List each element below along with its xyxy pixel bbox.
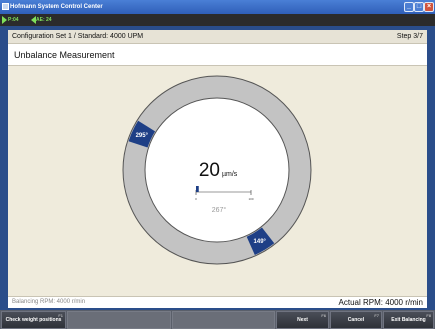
empty-function-slot	[67, 311, 171, 329]
check-weight-positions-button[interactable]: F1 Check weight positions	[1, 311, 66, 329]
status-bar: P:04 AE: 24	[0, 14, 435, 26]
page-title: Unbalance Measurement	[14, 50, 115, 60]
cancel-button[interactable]: F7 Cancel	[330, 311, 382, 329]
step-indicator: Step 3/7	[396, 33, 423, 40]
program-indicator: P:04	[8, 17, 19, 23]
function-key-bar: F1 Check weight positions F6 Next F7 Can…	[0, 310, 435, 329]
unbalance-value: 20	[199, 160, 220, 181]
unbalance-unit: µm/s	[222, 171, 238, 178]
config-header: Configuration Set 1 / Standard: 4000 UPM…	[8, 30, 427, 44]
unbalance-angle: 267°	[212, 206, 227, 214]
minimize-button[interactable]: _	[404, 2, 414, 12]
angle-marker-label: 295°	[136, 133, 149, 139]
exit-balancing-button[interactable]: F8 Exit Balancing	[383, 311, 434, 329]
title-bar: Hofmann System Control Center _ □ ×	[0, 0, 435, 14]
button-label: Exit Balancing	[391, 317, 426, 323]
angle-marker-label: 149°	[254, 239, 267, 245]
button-label: Cancel	[347, 317, 365, 323]
scale-max-label: 100	[248, 197, 253, 201]
scale-bar	[196, 186, 199, 192]
window-title: Hofmann System Control Center	[10, 4, 103, 10]
close-button[interactable]: ×	[424, 2, 434, 12]
measurement-panel: 295° 149° 20 µm/s 0 100 267°	[8, 66, 427, 296]
play-icon	[2, 16, 7, 24]
balancing-rpm: Balancing RPM: 4000 r/min	[12, 299, 86, 305]
empty-function-slot	[172, 311, 275, 329]
rpm-footer: Balancing RPM: 4000 r/min Actual RPM: 40…	[8, 296, 427, 308]
ae-indicator: AE: 24	[36, 17, 52, 23]
actual-rpm: Actual RPM: 4000 r/min	[338, 298, 423, 307]
config-label: Configuration Set 1 / Standard: 4000 UPM	[12, 33, 144, 40]
button-label: Next	[297, 317, 308, 323]
next-button[interactable]: F6 Next	[276, 311, 329, 329]
app-icon	[2, 3, 9, 10]
section-header: Unbalance Measurement	[8, 44, 427, 66]
button-label: Check weight positions	[5, 317, 62, 323]
unbalance-gauge: 295°149° 20 µm/s 0 100 267°	[122, 75, 312, 265]
maximize-button[interactable]: □	[414, 2, 424, 12]
